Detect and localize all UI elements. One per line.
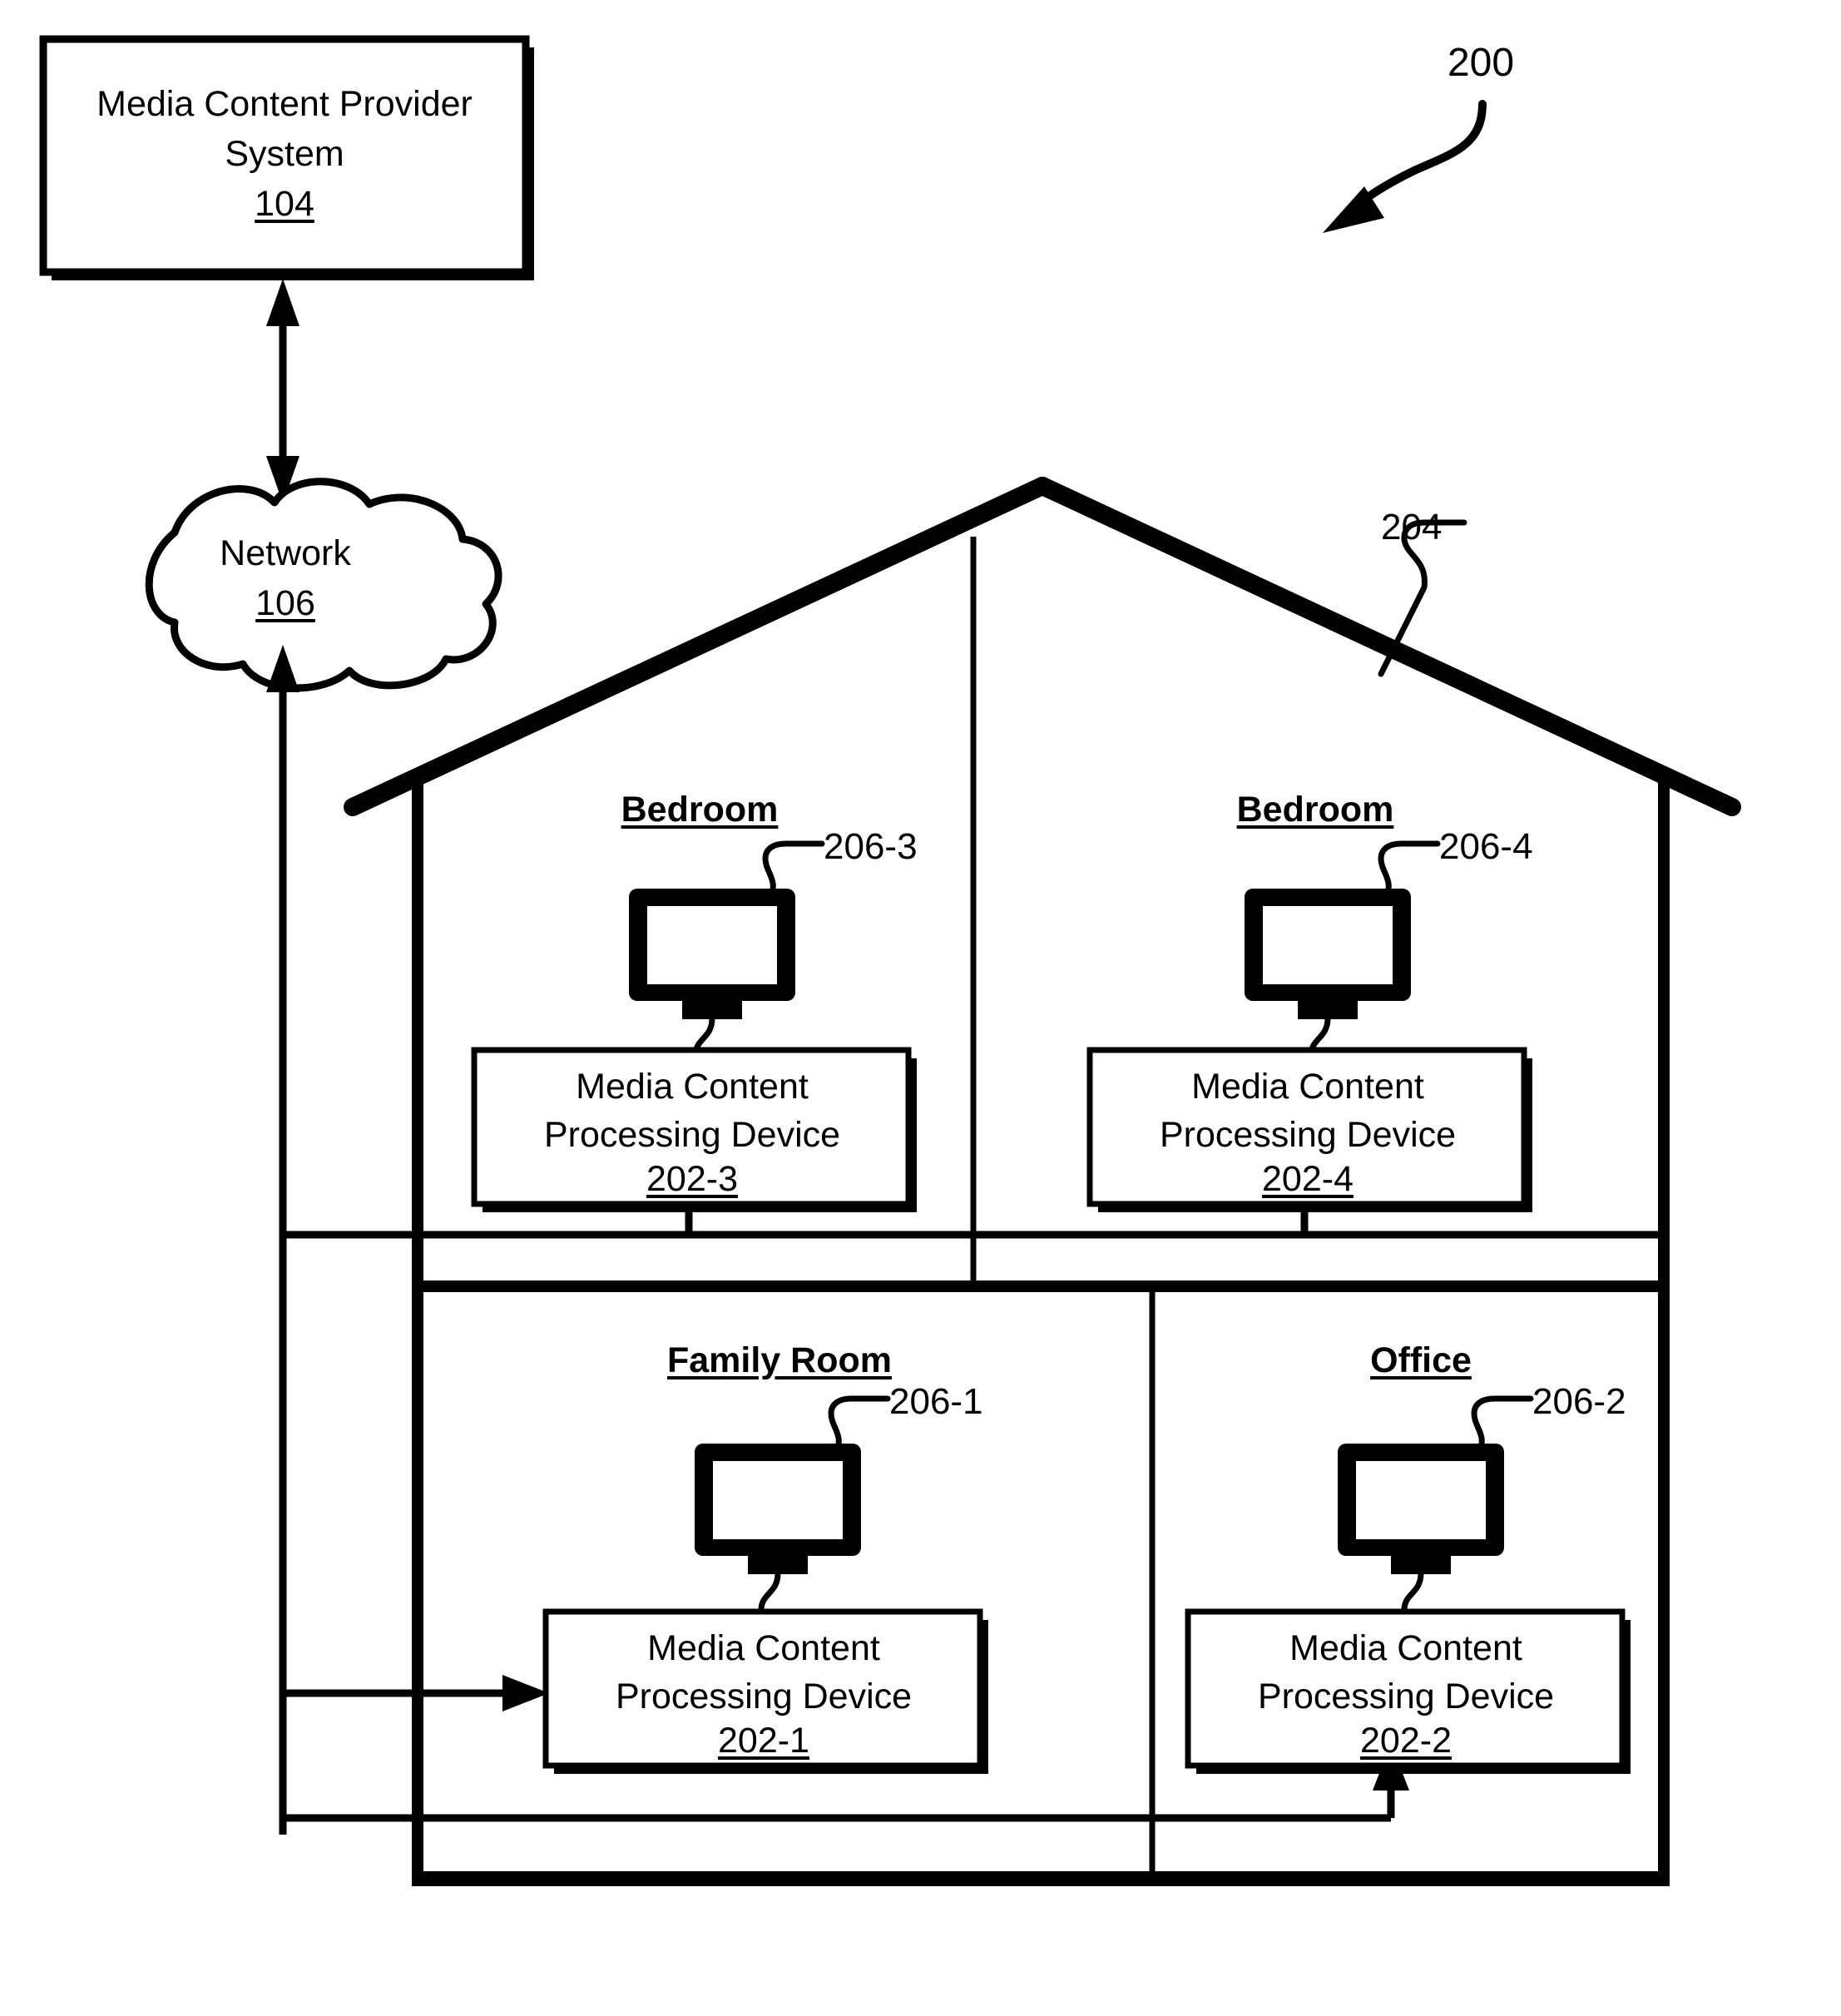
device-reference-202-1: 202-1 (718, 1721, 809, 1761)
leader-206-3 (762, 840, 825, 900)
tv-reference-206-2: 206-2 (1532, 1381, 1626, 1422)
device-label-202-2-line2: Processing Device (1257, 1677, 1555, 1716)
leader-206-4 (1378, 840, 1441, 900)
room-title-family-room: Family Room (667, 1340, 892, 1380)
tv-reference-206-3: 206-3 (824, 826, 918, 867)
patent-figure-canvas: 200 Media Content Provider System 104 Ne… (0, 0, 1841, 2016)
leader-206-1 (828, 1395, 891, 1455)
figure-reference-number: 200 (1447, 41, 1515, 85)
television-206-1 (695, 1444, 861, 1632)
device-label-202-4-line1: Media Content (1191, 1067, 1424, 1107)
room-title-bedroom-1: Bedroom (621, 790, 779, 830)
device-label-202-1-line2: Processing Device (615, 1677, 913, 1716)
tv-reference-206-4: 206-4 (1439, 826, 1533, 867)
leader-206-2 (1471, 1395, 1534, 1455)
device-label-202-1-line1: Media Content (647, 1628, 880, 1668)
television-206-4 (1245, 889, 1411, 1077)
device-reference-202-2: 202-2 (1360, 1721, 1452, 1761)
device-label-202-3-line1: Media Content (576, 1067, 809, 1107)
network-label: Network (220, 533, 351, 573)
house-reference-number: 204 (1381, 507, 1443, 547)
device-reference-202-4: 202-4 (1262, 1159, 1354, 1199)
provider-system-title-line2: System (225, 134, 344, 174)
provider-system-reference-number: 104 (255, 184, 314, 224)
network-house-link (266, 645, 299, 1835)
provider-system-title-line1: Media Content Provider (97, 84, 473, 124)
tv-reference-206-1: 206-1 (889, 1381, 983, 1422)
room-title-bedroom-2: Bedroom (1236, 790, 1394, 830)
provider-network-link (266, 279, 299, 503)
device-label-202-2-line1: Media Content (1289, 1628, 1522, 1668)
figure-leader-arrow (1323, 100, 1487, 233)
device-reference-202-3: 202-3 (646, 1159, 738, 1199)
room-title-office: Office (1370, 1340, 1472, 1380)
device-label-202-4-line2: Processing Device (1159, 1115, 1457, 1155)
television-206-3 (629, 889, 795, 1077)
network-reference-number: 106 (255, 583, 315, 623)
television-206-2 (1338, 1444, 1504, 1632)
device-label-202-3-line2: Processing Device (543, 1115, 841, 1155)
